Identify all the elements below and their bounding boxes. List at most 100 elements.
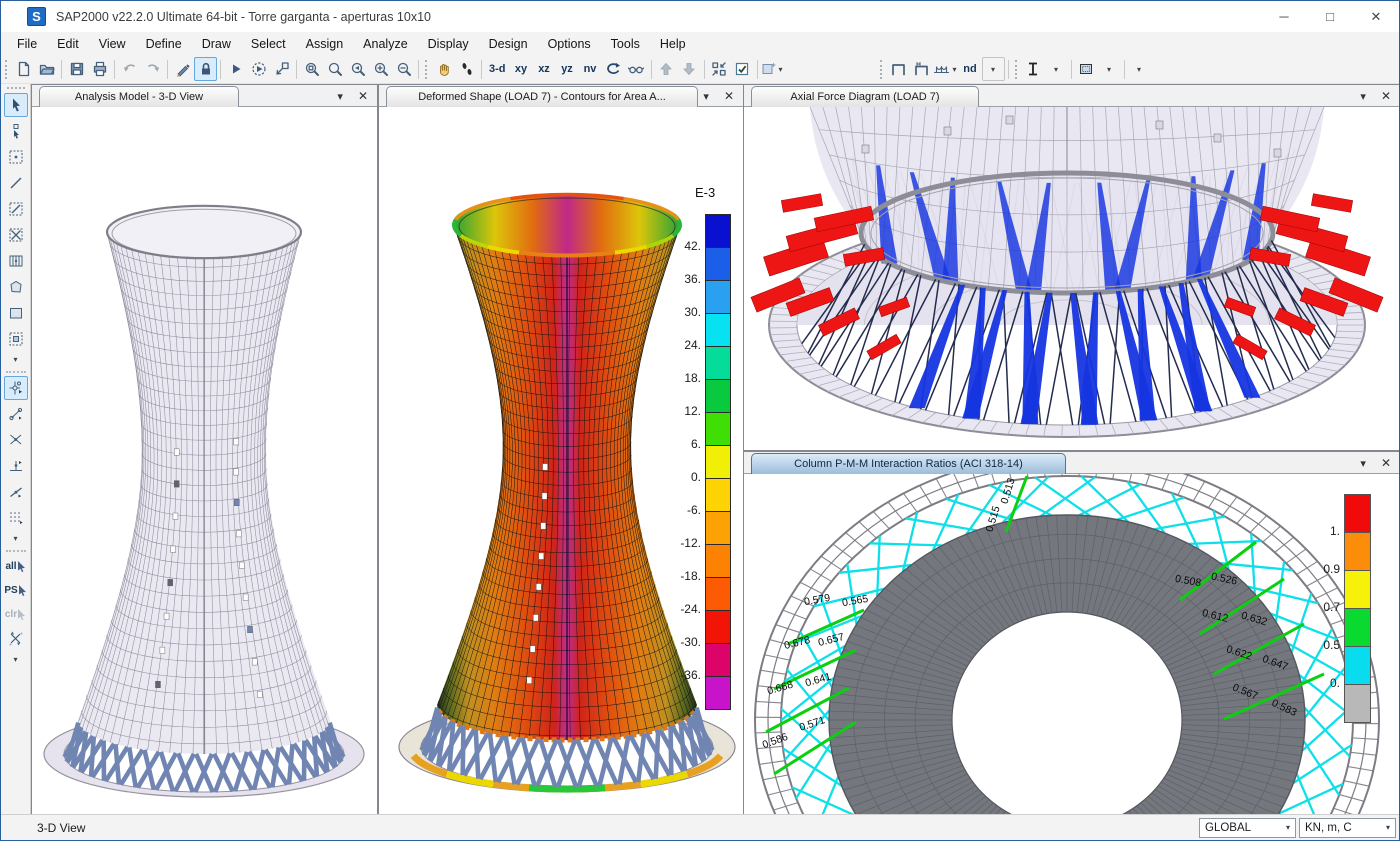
draw-mode-button[interactable] [171, 57, 194, 81]
draw-rect-area-tool[interactable] [4, 301, 28, 325]
move-up-list-button[interactable] [655, 57, 678, 81]
zoom-in-button[interactable] [369, 57, 392, 81]
move-down-list-button[interactable] [678, 57, 701, 81]
quick-draw-secondary-beams-tool[interactable] [4, 249, 28, 273]
axial-pane-menu-caret[interactable]: ▾ [1360, 90, 1366, 103]
analysis-pane-close[interactable]: ✕ [358, 89, 368, 103]
interaction-pane-menu-caret[interactable]: ▾ [1360, 457, 1366, 470]
minimize-button[interactable]: ─ [1261, 1, 1307, 32]
contour-scale-label: 0. [659, 470, 701, 484]
lock-model-button[interactable] [194, 57, 217, 81]
quick-draw-frame-tool[interactable] [4, 197, 28, 221]
contour-scale-band [705, 676, 731, 710]
more-sections-dropdown[interactable]: ▾ [1128, 57, 1151, 81]
reshape-tool[interactable] [4, 119, 28, 143]
deformed-tab[interactable]: Deformed Shape (LOAD 7) - Contours for A… [386, 86, 698, 107]
shrink-objects-button[interactable] [708, 57, 731, 81]
menu-display[interactable]: Display [418, 37, 479, 51]
snap-perpendicular-tool[interactable] [4, 454, 28, 478]
invert-selection-button[interactable] [4, 627, 28, 651]
frame-section-button[interactable] [1022, 57, 1045, 81]
deformed-pane-close[interactable]: ✕ [724, 89, 734, 103]
rotate-view-button[interactable] [602, 57, 625, 81]
object-display-checkbox[interactable] [731, 57, 754, 81]
print-button[interactable] [88, 57, 111, 81]
menu-select[interactable]: Select [241, 37, 296, 51]
menu-assign[interactable]: Assign [296, 37, 354, 51]
frame-group-dropdown[interactable]: ▾ [982, 57, 1005, 81]
cable-bridge-button[interactable]: ▾ [933, 57, 959, 81]
zoom-out-button[interactable] [392, 57, 415, 81]
select-all-button[interactable]: all [4, 555, 28, 577]
select-tool[interactable] [4, 93, 28, 117]
display-options-button[interactable]: ▾ [761, 57, 785, 81]
analysis-model-viewport[interactable] [32, 107, 377, 815]
analysis-tab[interactable]: Analysis Model - 3-D View [39, 86, 239, 107]
snap-lines-tool[interactable] [4, 480, 28, 504]
restore-full-view-button[interactable] [323, 57, 346, 81]
analysis-pane-menu-caret[interactable]: ▾ [337, 90, 343, 103]
run-options-button[interactable] [247, 57, 270, 81]
axial-tab[interactable]: Axial Force Diagram (LOAD 7) [751, 86, 979, 107]
menu-file[interactable]: File [7, 37, 47, 51]
menu-help[interactable]: Help [650, 37, 696, 51]
view-xz-button[interactable]: xz [533, 57, 556, 81]
walk-through-button[interactable] [455, 57, 478, 81]
save-button[interactable] [65, 57, 88, 81]
snap-joints-tool[interactable] [4, 376, 28, 400]
close-button[interactable]: ✕ [1353, 1, 1399, 32]
view-nv-button[interactable]: nv [579, 57, 602, 81]
previous-selection-button[interactable]: PS [4, 579, 28, 601]
draw-poly-area-tool[interactable] [4, 275, 28, 299]
selection-tools-more[interactable]: ▾ [4, 653, 28, 666]
interaction-tab[interactable]: Column P-M-M Interaction Ratios (ACI 318… [751, 453, 1066, 474]
draw-tools-more[interactable]: ▾ [4, 353, 28, 366]
snap-intersections-tool[interactable] [4, 428, 28, 452]
snap-fine-grid-tool[interactable] [4, 506, 28, 530]
draw-joint-tool[interactable] [4, 145, 28, 169]
redo-button[interactable] [141, 57, 164, 81]
menu-analyze[interactable]: Analyze [353, 37, 417, 51]
maximize-button[interactable]: □ [1307, 1, 1353, 32]
view-nd-button[interactable]: nd [959, 57, 982, 81]
rubber-band-zoom-button[interactable] [300, 57, 323, 81]
frame-section-dropdown[interactable]: ▾ [1045, 57, 1068, 81]
interaction-pane-close[interactable]: ✕ [1381, 456, 1391, 470]
axial-force-viewport[interactable] [744, 107, 1400, 450]
deformed-pane-menu-caret[interactable]: ▾ [703, 90, 709, 103]
view-xy-button[interactable]: xy [510, 57, 533, 81]
pan-button[interactable] [432, 57, 455, 81]
deformed-shape-viewport[interactable]: E-342.36.30.24.18.12.6.0.-6.-12.-18.-24.… [379, 107, 743, 815]
interaction-ratios-viewport[interactable]: 0.515 0.513 0.579 0.565 0.678 0.657 0.66… [744, 474, 1400, 815]
menu-options[interactable]: Options [538, 37, 601, 51]
frame-properties-button[interactable] [887, 57, 910, 81]
modify-undeformed-button[interactable] [270, 57, 293, 81]
previous-zoom-button[interactable] [346, 57, 369, 81]
menu-draw[interactable]: Draw [192, 37, 241, 51]
new-model-button[interactable] [12, 57, 35, 81]
coordinate-system-select[interactable]: GLOBAL▾ [1199, 818, 1296, 838]
run-analysis-button[interactable] [224, 57, 247, 81]
units-select[interactable]: KN, m, C▾ [1299, 818, 1396, 838]
clear-selection-button[interactable]: clr [4, 603, 28, 625]
menu-view[interactable]: View [89, 37, 136, 51]
view-yz-button[interactable]: yz [556, 57, 579, 81]
menu-define[interactable]: Define [136, 37, 192, 51]
menu-design[interactable]: Design [479, 37, 538, 51]
open-model-button[interactable] [35, 57, 58, 81]
perspective-button[interactable] [625, 57, 648, 81]
menu-tools[interactable]: Tools [601, 37, 650, 51]
axial-pane-close[interactable]: ✕ [1381, 89, 1391, 103]
quick-draw-braces-tool[interactable] [4, 223, 28, 247]
snap-tools-more[interactable]: ▾ [4, 532, 28, 545]
undo-button[interactable] [118, 57, 141, 81]
area-section-dropdown[interactable]: ▾ [1098, 57, 1121, 81]
view-3d-button[interactable]: 3-d [485, 57, 510, 81]
quick-draw-area-tool[interactable] [4, 327, 28, 351]
frame-h-properties-button[interactable] [910, 57, 933, 81]
more-caret-icon: ▾ [11, 655, 19, 664]
menu-edit[interactable]: Edit [47, 37, 89, 51]
draw-frame-tool[interactable] [4, 171, 28, 195]
snap-midpoints-tool[interactable] [4, 402, 28, 426]
area-section-button[interactable] [1075, 57, 1098, 81]
